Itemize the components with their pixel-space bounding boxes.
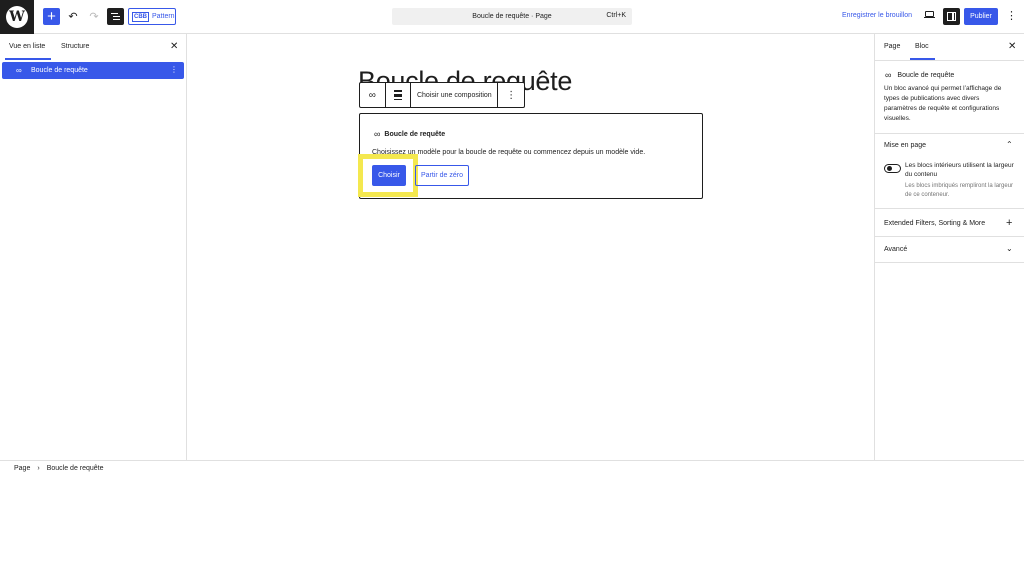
close-icon[interactable]: ✕ — [170, 41, 178, 52]
more-options-icon[interactable]: ⋮ — [1006, 9, 1017, 22]
settings-sidebar-button[interactable] — [943, 8, 960, 25]
toggle-label: Les blocs intérieurs utilisent la largeu… — [905, 162, 1014, 178]
wordpress-w-glyph: W — [6, 6, 28, 28]
divider — [875, 133, 1024, 134]
divider — [875, 60, 1024, 61]
publish-button[interactable]: Publier — [964, 8, 998, 25]
chevron-right-icon: › — [37, 465, 40, 472]
redo-icon[interactable]: ↷ — [87, 9, 101, 23]
loop-icon: ∞ — [16, 66, 22, 75]
list-line-icon — [113, 15, 120, 18]
list-line-icon — [111, 12, 118, 14]
breadcrumb-item-query-loop[interactable]: Boucle de requête — [47, 465, 104, 472]
inner-blocks-width-toggle[interactable] — [884, 164, 901, 173]
start-blank-button[interactable]: Partir de zéro — [415, 165, 469, 186]
screen-base-shape — [924, 17, 935, 19]
pattern-icon: CBB — [132, 11, 149, 22]
list-view-panel: Vue en liste Structure ✕ ∞ Boucle de req… — [0, 34, 187, 460]
advanced-panel-toggle[interactable]: Avancé — [884, 246, 907, 253]
list-view-button[interactable] — [107, 8, 124, 25]
plus-icon[interactable]: + — [1006, 217, 1012, 229]
command-shortcut: Ctrl+K — [606, 12, 626, 19]
layout-panel-toggle[interactable]: Mise en page — [884, 142, 926, 149]
close-icon[interactable]: ✕ — [1008, 41, 1016, 52]
desktop-view-icon[interactable] — [924, 11, 935, 21]
command-palette-bar[interactable]: Boucle de requête · Page Ctrl+K — [392, 8, 632, 25]
tab-outline[interactable]: Structure — [61, 43, 89, 50]
choose-pattern-button[interactable]: Choisir une composition — [411, 83, 499, 107]
editor-canvas[interactable]: Boucle de requête ∞ Choisir une composit… — [188, 34, 874, 460]
list-line-icon — [113, 19, 120, 21]
chevron-up-icon[interactable]: ⌃ — [1006, 140, 1013, 149]
sidebar-toggle-icon — [947, 12, 956, 21]
breadcrumb-item-page[interactable]: Page — [14, 465, 30, 472]
settings-tabs: Page Bloc ✕ — [875, 34, 1024, 60]
toggle-help-text: Les blocs imbriqués rempliront la largeu… — [905, 183, 1014, 198]
query-loop-placeholder: ∞ Boucle de requête Choisissez un modèle… — [358, 113, 703, 199]
chevron-down-icon[interactable]: ⌄ — [1006, 244, 1013, 253]
settings-sidebar: Page Bloc ✕ ∞ Boucle de requête Un bloc … — [874, 34, 1024, 460]
divider — [875, 236, 1024, 237]
block-name: Boucle de requête — [897, 71, 955, 79]
breadcrumb: Page › Boucle de requête — [0, 460, 1024, 476]
divider — [875, 208, 1024, 209]
align-line-icon — [394, 98, 403, 100]
list-item-query-loop[interactable]: ∞ Boucle de requête ⋮ — [2, 62, 184, 79]
align-block-icon — [394, 93, 403, 97]
align-button[interactable] — [386, 83, 412, 107]
choose-button[interactable]: Choisir — [372, 165, 406, 186]
document-title: Boucle de requête · Page — [472, 13, 552, 20]
loop-icon: ∞ — [885, 70, 892, 80]
pattern-button[interactable]: CBB Pattern — [128, 8, 176, 25]
loop-icon: ∞ — [374, 129, 381, 139]
align-line-icon — [394, 90, 403, 92]
placeholder-title: ∞ Boucle de requête — [374, 129, 445, 139]
list-item-label: Boucle de requête — [31, 67, 88, 74]
divider — [875, 262, 1024, 263]
pattern-label: Pattern — [152, 13, 175, 20]
loop-icon: ∞ — [368, 89, 376, 101]
extended-filters-panel-toggle[interactable]: Extended Filters, Sorting & More — [884, 220, 985, 227]
add-block-button[interactable]: + — [43, 8, 60, 25]
save-draft-button[interactable]: Enregistrer le brouillon — [842, 12, 912, 19]
list-view-tabs: Vue en liste Structure ✕ — [0, 34, 186, 60]
undo-icon[interactable]: ↶ — [66, 9, 80, 23]
placeholder-title-text: Boucle de requête — [384, 130, 446, 138]
block-toolbar: ∞ Choisir une composition ⋮ — [359, 82, 525, 108]
item-options-icon[interactable]: ⋮ — [170, 65, 178, 74]
tab-block[interactable]: Bloc — [910, 43, 935, 60]
block-card-header: ∞ Boucle de requête — [885, 70, 954, 80]
block-options-icon[interactable]: ⋮ — [498, 83, 524, 107]
block-description: Un bloc avancé qui permet l’affichage de… — [884, 85, 1002, 122]
tab-list-view[interactable]: Vue en liste — [4, 43, 52, 60]
wordpress-logo-icon[interactable]: W — [0, 0, 34, 34]
block-type-button[interactable]: ∞ — [360, 83, 386, 107]
editor-header: W + ↶ ↷ CBB Pattern Boucle de requête · … — [0, 0, 1024, 34]
tab-page[interactable]: Page — [884, 43, 900, 50]
